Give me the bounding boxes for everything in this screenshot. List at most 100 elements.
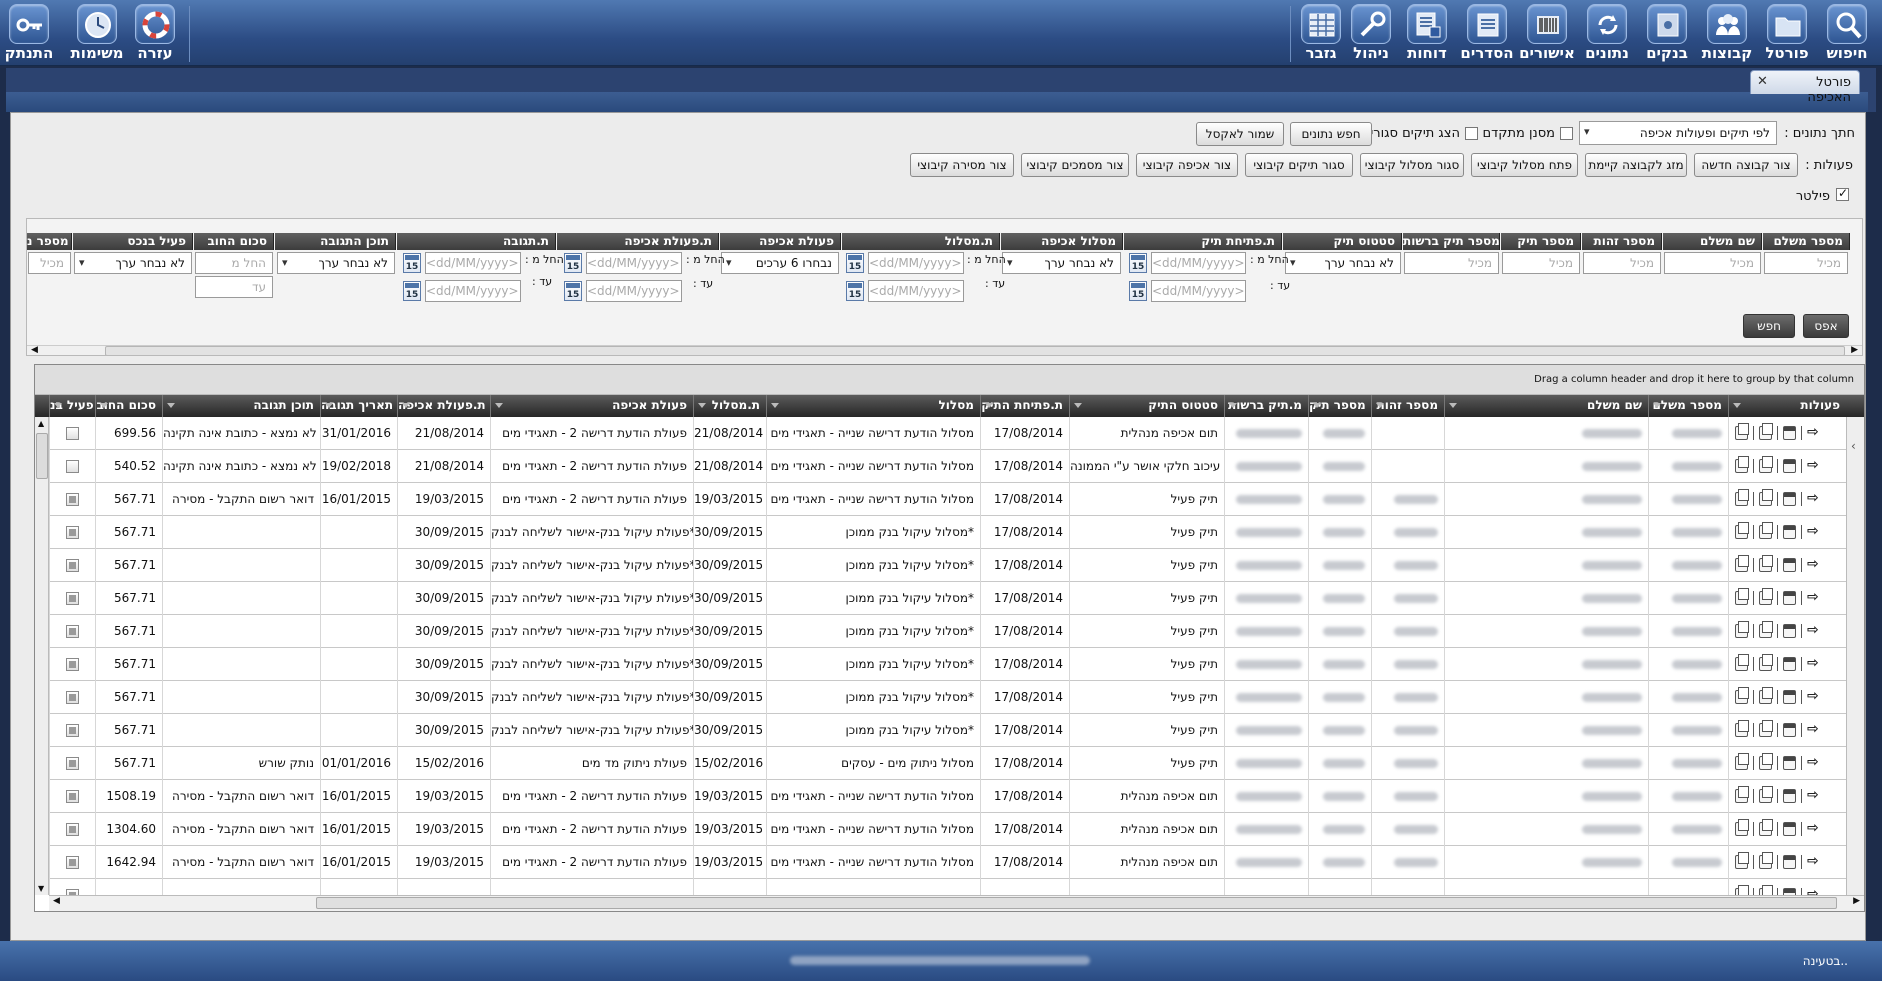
- col-header-payer-name[interactable]: שם משלם: [1444, 395, 1648, 417]
- merge-group-button[interactable]: מזג לקבוצה קיימת: [1585, 153, 1687, 177]
- calendar-icon[interactable]: 15: [846, 253, 864, 273]
- open-arrow-icon[interactable]: ⇨: [1807, 788, 1819, 802]
- copy-icon[interactable]: [1735, 852, 1749, 869]
- calendar-icon[interactable]: [1783, 624, 1796, 638]
- table-row[interactable]: ⇨ תיק פעיל 17/08/2014 מסלול ניתוק מים - עסק…: [35, 747, 1864, 780]
- open-arrow-icon[interactable]: ⇨: [1807, 887, 1819, 895]
- toolbar-groups-button[interactable]: קבוצות: [1702, 4, 1752, 64]
- calendar-icon[interactable]: [1783, 426, 1796, 440]
- duplicate-icon[interactable]: [1759, 555, 1773, 572]
- filter-debt-to-input[interactable]: עד: [195, 276, 273, 298]
- calendar-icon[interactable]: [1783, 690, 1796, 704]
- active-asset-checkbox[interactable]: [66, 724, 79, 737]
- calendar-icon[interactable]: 15: [564, 281, 582, 301]
- filter-response-date-from-input[interactable]: <dd/MM/yyyy>: [425, 252, 521, 274]
- col-header-track[interactable]: מסלול: [766, 395, 980, 417]
- toolbar-treasurer-button[interactable]: גזבר: [1298, 4, 1344, 64]
- calendar-icon[interactable]: [1783, 756, 1796, 770]
- active-asset-checkbox[interactable]: [66, 526, 79, 539]
- filter-payer-number-input[interactable]: מכיל: [1764, 252, 1848, 274]
- active-asset-checkbox[interactable]: [66, 757, 79, 770]
- table-row[interactable]: ⇨ תום אכיפה מנהלית 17/08/2014 מסלול הודעת ד…: [35, 780, 1864, 813]
- filter-checkbox[interactable]: [1836, 186, 1849, 201]
- show-closed-checkbox[interactable]: [1465, 127, 1478, 140]
- table-row[interactable]: ⇨ תיק פעיל 17/08/2014 מסלול עיקול בנק ממוכן…: [35, 615, 1864, 648]
- calendar-icon[interactable]: [1783, 459, 1796, 473]
- active-asset-checkbox[interactable]: [66, 460, 79, 473]
- duplicate-icon[interactable]: [1759, 654, 1773, 671]
- open-arrow-icon[interactable]: ⇨: [1807, 689, 1819, 703]
- toolbar-banks-button[interactable]: בנקים: [1644, 4, 1690, 64]
- copy-icon[interactable]: [1735, 456, 1749, 473]
- active-asset-checkbox[interactable]: [66, 493, 79, 506]
- copy-icon[interactable]: [1735, 720, 1749, 737]
- calendar-icon[interactable]: [1783, 492, 1796, 506]
- col-header-file-number[interactable]: מספר תיק: [1308, 395, 1371, 417]
- filter-action-date-to-input[interactable]: <dd/MM/yyyy>: [586, 280, 682, 302]
- filter-scroll-thumb[interactable]: [105, 346, 1845, 355]
- scroll-right-icon[interactable]: ▶: [1851, 345, 1858, 355]
- calendar-icon[interactable]: [1783, 558, 1796, 572]
- filter-open-date-to-input[interactable]: <dd/MM/yyyy>: [1151, 280, 1246, 302]
- filter-action-date-from-input[interactable]: <dd/MM/yyyy>: [586, 252, 682, 274]
- filter-response-content-select[interactable]: לא נבחר ערך: [277, 252, 395, 274]
- calendar-icon[interactable]: [1783, 723, 1796, 737]
- col-header-authority-file[interactable]: מ.תיק ברשות: [1224, 395, 1308, 417]
- tab-enforcement-portal[interactable]: ✕ פורטל האכיפה: [1750, 70, 1860, 105]
- calendar-icon[interactable]: [1783, 657, 1796, 671]
- col-header-payer-number[interactable]: מספר משלם: [1648, 395, 1728, 417]
- open-arrow-icon[interactable]: ⇨: [1807, 458, 1819, 472]
- copy-icon[interactable]: [1735, 687, 1749, 704]
- duplicate-icon[interactable]: [1759, 885, 1773, 895]
- col-header-action-date[interactable]: ת.פעולת אכיפה: [397, 395, 490, 417]
- active-asset-checkbox[interactable]: [66, 658, 79, 671]
- calendar-icon[interactable]: [1783, 888, 1796, 895]
- grid-side-panel-toggle[interactable]: ‹: [1846, 417, 1864, 895]
- filter-open-date-from-input[interactable]: <dd/MM/yyyy>: [1151, 252, 1246, 274]
- toolbar-reports-button[interactable]: דוחות: [1404, 4, 1450, 64]
- filter-active-asset-select[interactable]: לא נבחר ערך: [74, 252, 192, 274]
- open-arrow-icon[interactable]: ⇨: [1807, 623, 1819, 637]
- copy-icon[interactable]: [1735, 819, 1749, 836]
- active-asset-checkbox[interactable]: [66, 427, 79, 440]
- open-arrow-icon[interactable]: ⇨: [1807, 491, 1819, 505]
- filter-file-status-select[interactable]: לא נבחר ערך: [1285, 252, 1401, 274]
- calendar-icon[interactable]: 15: [1129, 253, 1147, 273]
- copy-icon[interactable]: [1735, 786, 1749, 803]
- active-asset-checkbox[interactable]: [66, 559, 79, 572]
- col-header-debt-amount[interactable]: סכום החוב: [95, 395, 162, 417]
- duplicate-icon[interactable]: [1759, 423, 1773, 440]
- group-by-bar[interactable]: Drag a column header and drop it here to…: [35, 365, 1864, 395]
- filter-track-date-to-input[interactable]: <dd/MM/yyyy>: [868, 280, 964, 302]
- create-group-enforcement-button[interactable]: צור אכיפה קיבוצי: [1136, 153, 1238, 177]
- reset-button[interactable]: אפס: [1803, 314, 1849, 338]
- copy-icon[interactable]: [1735, 423, 1749, 440]
- col-header-response-date[interactable]: תאריך תגובה: [320, 395, 397, 417]
- scroll-up-icon[interactable]: ▲: [38, 419, 44, 428]
- duplicate-icon[interactable]: [1759, 753, 1773, 770]
- open-arrow-icon[interactable]: ⇨: [1807, 524, 1819, 538]
- col-header-active-asset[interactable]: פעיל בנ: [49, 395, 95, 417]
- scroll-down-icon[interactable]: ▼: [38, 884, 44, 893]
- active-asset-checkbox[interactable]: [66, 790, 79, 803]
- copy-icon[interactable]: [1735, 522, 1749, 539]
- calendar-icon[interactable]: 15: [1129, 281, 1147, 301]
- duplicate-icon[interactable]: [1759, 720, 1773, 737]
- duplicate-icon[interactable]: [1759, 786, 1773, 803]
- active-asset-checkbox[interactable]: [66, 625, 79, 638]
- close-icon[interactable]: ✕: [1757, 74, 1768, 89]
- col-header-open-date[interactable]: ת.פתיחת התיק: [980, 395, 1069, 417]
- copy-icon[interactable]: [1735, 489, 1749, 506]
- create-group-documents-button[interactable]: צור מסמכים קיבוצי: [1021, 153, 1129, 177]
- filter-action-select[interactable]: נבחרו 6 ערכים: [721, 252, 839, 274]
- toolbar-search-button[interactable]: חיפוש: [1824, 4, 1870, 64]
- table-row[interactable]: ⇨ תיק פעיל 17/08/2014 מסלול עיקול בנק ממוכן…: [35, 681, 1864, 714]
- calendar-icon[interactable]: 15: [846, 281, 864, 301]
- open-arrow-icon[interactable]: ⇨: [1807, 755, 1819, 769]
- export-excel-button[interactable]: שמור לאקסל: [1196, 122, 1284, 146]
- copy-icon[interactable]: [1735, 621, 1749, 638]
- open-arrow-icon[interactable]: ⇨: [1807, 722, 1819, 736]
- scroll-left-icon[interactable]: ◀: [31, 345, 38, 355]
- filter-more-input[interactable]: מכיל: [28, 252, 71, 274]
- table-row[interactable]: ⇨ תיק פעיל 17/08/2014 מסלול עיקול בנק ממוכן…: [35, 582, 1864, 615]
